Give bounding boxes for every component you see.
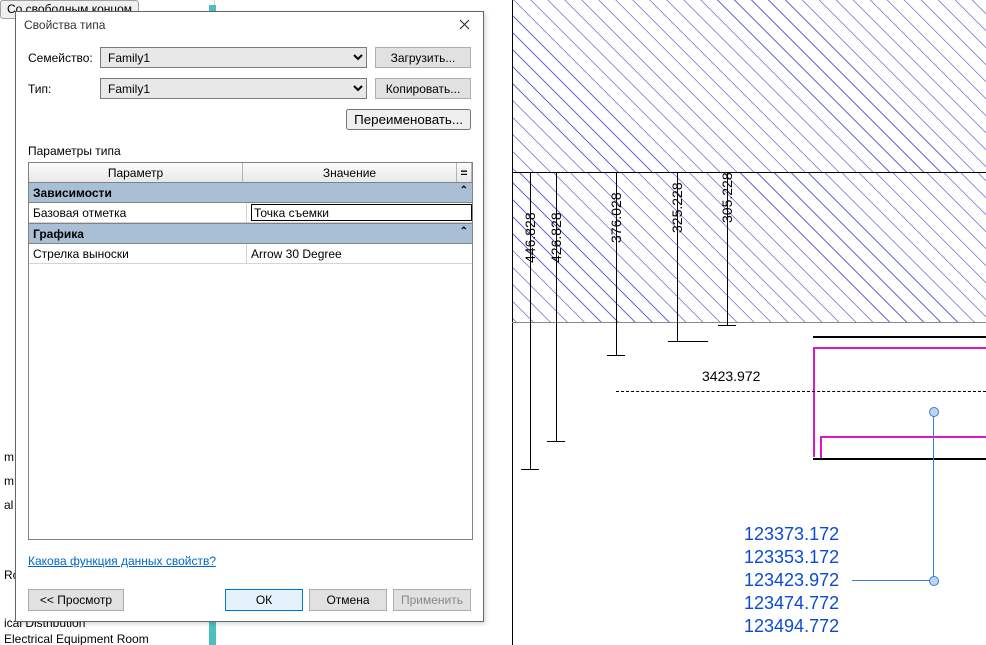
bg-item: Electrical Equipment Room — [4, 632, 149, 645]
elevation-tag[interactable]: 123474.772 — [744, 593, 839, 614]
family-select[interactable]: Family1 — [100, 47, 367, 68]
bg-item: m — [4, 474, 14, 488]
header-value[interactable]: Значение — [243, 163, 457, 182]
close-icon[interactable] — [453, 16, 475, 34]
elevation-tag[interactable]: 123353.172 — [744, 547, 839, 568]
type-label: Тип: — [28, 82, 100, 96]
wall-line — [813, 336, 986, 338]
dialog-titlebar[interactable]: Свойства типа — [16, 12, 483, 37]
type-properties-dialog: Свойства типа Семейство: Family1 Загрузи… — [15, 11, 484, 622]
family-label: Семейство: — [28, 51, 100, 65]
room-line — [820, 436, 822, 458]
group-graphics[interactable]: Графика ⌃ — [29, 223, 472, 244]
elevation-tag[interactable]: 123423.972 — [744, 570, 839, 591]
tag-leader — [852, 580, 934, 581]
dim-tick — [668, 341, 708, 342]
hatched-fill — [512, 172, 986, 322]
elevation-tag[interactable]: 123494.772 — [744, 616, 839, 637]
center-line — [616, 391, 986, 393]
dim-value: 305.228 — [719, 172, 735, 223]
dim-tick — [607, 355, 625, 356]
tag-grip[interactable] — [929, 576, 939, 586]
room-line — [813, 347, 986, 349]
param-name: Стрелка выноски — [29, 244, 247, 263]
bg-item: m — [4, 450, 14, 464]
dim-value: 3423.972 — [702, 368, 760, 384]
group-constraints[interactable]: Зависимости ⌃ — [29, 182, 472, 203]
axis-line — [512, 172, 986, 173]
wall-line — [813, 458, 986, 460]
dialog-title: Свойства типа — [24, 18, 453, 32]
preview-button[interactable]: << Просмотр — [28, 589, 124, 611]
dim-tick — [547, 441, 565, 442]
param-value[interactable]: Arrow 30 Degree — [247, 244, 472, 263]
table-row[interactable]: Базовая отметка — [29, 203, 472, 223]
group-label: Графика — [33, 227, 84, 241]
param-value-input[interactable] — [251, 204, 472, 221]
chevron-up-icon: ⌃ — [460, 185, 468, 196]
ok-button[interactable]: ОК — [225, 589, 303, 611]
elevation-tag[interactable]: 123373.172 — [744, 524, 839, 545]
rename-button[interactable]: Переименовать... — [346, 109, 471, 130]
dim-value: 446.828 — [522, 212, 538, 263]
help-link[interactable]: Какова функция данных свойств? — [28, 554, 216, 568]
dim-tick — [521, 469, 539, 470]
header-parameter[interactable]: Параметр — [29, 163, 243, 182]
grid-line — [512, 322, 986, 323]
dim-value: 426.828 — [548, 212, 564, 263]
header-formula[interactable]: = — [457, 163, 472, 182]
chevron-up-icon: ⌃ — [460, 226, 468, 237]
table-row[interactable]: Стрелка выноски Arrow 30 Degree — [29, 244, 472, 264]
dim-value: 376.028 — [608, 192, 624, 243]
type-params-label: Параметры типа — [28, 144, 471, 158]
type-select[interactable]: Family1 — [100, 78, 367, 99]
load-button[interactable]: Загрузить... — [375, 47, 471, 68]
params-table: Параметр Значение = Зависимости ⌃ Базова… — [28, 162, 473, 540]
hatched-fill — [512, 0, 986, 172]
param-name: Базовая отметка — [29, 203, 247, 222]
room-line — [820, 436, 986, 438]
dim-tick — [718, 325, 736, 326]
cancel-button[interactable]: Отмена — [309, 589, 387, 611]
room-line — [813, 347, 815, 457]
tag-grip[interactable] — [929, 407, 939, 417]
tag-leader — [933, 412, 934, 580]
copy-button[interactable]: Копировать... — [375, 78, 471, 99]
group-label: Зависимости — [33, 186, 112, 200]
dim-value: 325.228 — [669, 182, 685, 233]
apply-button[interactable]: Применить — [393, 589, 471, 611]
